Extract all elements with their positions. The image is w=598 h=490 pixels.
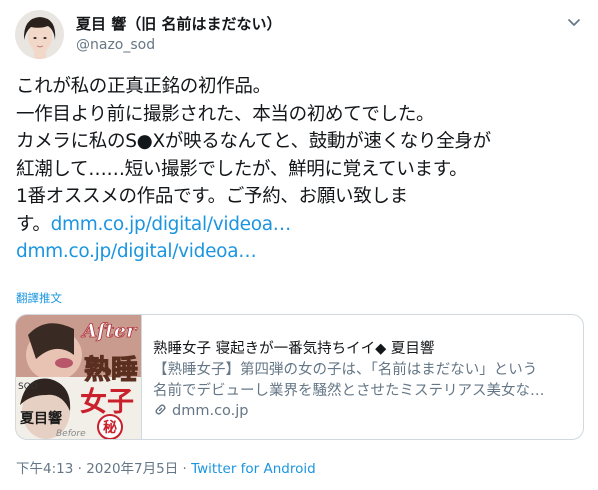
tweet-date[interactable]: 2020年7月5日 — [86, 461, 178, 477]
thumb-badge: 秘 — [103, 419, 117, 436]
tweet-line: 紅潮して……短い撮影でしたが、鮮明に覚えています。 — [16, 158, 468, 180]
author-display-name[interactable]: 夏目 響（旧 名前はまだない） — [76, 15, 281, 33]
tweet-line: 1番オススメの作品です。ご予約、お願い致しま — [16, 186, 408, 207]
thumb-name: 夏目響 — [20, 410, 62, 427]
translate-tweet-link[interactable]: 翻譯推文 — [16, 290, 62, 306]
thumb-label: SOD — [18, 382, 38, 392]
thumb-title-2: 女子 — [80, 386, 134, 418]
card-domain: dmm.co.jp — [153, 402, 249, 421]
tweet-link-1[interactable]: dmm.co.jp/digital/videoa… — [51, 214, 292, 235]
tweet-line-with-link: す。dmm.co.jp/digital/videoa… — [16, 211, 584, 239]
meta-separator: · — [73, 461, 87, 477]
tweet-meta: 下午4:13 · 2020年7月5日 · Twitter for Android — [16, 457, 316, 477]
card-thumbnail: After 熟睡 女子 SOD 夏目響 秘 Before — [16, 315, 142, 439]
author-handle[interactable]: @nazo_sod — [76, 36, 155, 54]
thumb-title-1: 熟睡 — [84, 354, 138, 386]
tweet-line-prefix: す。 — [16, 213, 51, 235]
avatar[interactable] — [15, 10, 64, 59]
profile-photo-icon — [15, 10, 64, 59]
card-domain-text: dmm.co.jp — [172, 403, 249, 419]
chevron-down-icon[interactable] — [564, 12, 584, 32]
tweet-line-link: dmm.co.jp/digital/videoa… — [16, 238, 584, 266]
link-card[interactable]: After 熟睡 女子 SOD 夏目響 秘 Before 熟睡女子 寝起きが一番… — [15, 314, 584, 440]
meta-separator: · — [178, 461, 192, 477]
card-title: 熟睡女子 寝起きが一番気持ちイイ◆ 夏目響 — [153, 341, 435, 357]
tweet-text: これが私の正真正銘の初作品。 一作目より前に撮影された、本当の初めてでした。 カ… — [16, 73, 584, 266]
thumb-after-text: After — [81, 320, 138, 342]
card-description-line: 【熟睡女子】第四弾の女の子は、「名前はまだない」という — [153, 362, 538, 378]
link-icon — [153, 402, 168, 421]
tweet-line: カメラに私のS●Xが映るなんてと、鼓動が速くなり全身が — [16, 131, 491, 152]
card-description-line: 名前でデビューし業界を騒然とさせたミステリアス美女な… — [153, 383, 545, 399]
tweet-line: これが私の正真正銘の初作品。 — [16, 76, 271, 97]
card-description: 【熟睡女子】第四弾の女の子は、「名前はまだない」という 名前でデビューし業界を騒… — [153, 360, 578, 402]
tweet-link-2[interactable]: dmm.co.jp/digital/videoa… — [16, 241, 257, 262]
tweet-line: 一作目より前に撮影された、本当の初めてでした。 — [16, 103, 435, 125]
tweet-source-link[interactable]: Twitter for Android — [191, 461, 316, 477]
thumb-before-text: Before — [56, 429, 86, 439]
tweet-time[interactable]: 下午4:13 — [16, 461, 73, 477]
